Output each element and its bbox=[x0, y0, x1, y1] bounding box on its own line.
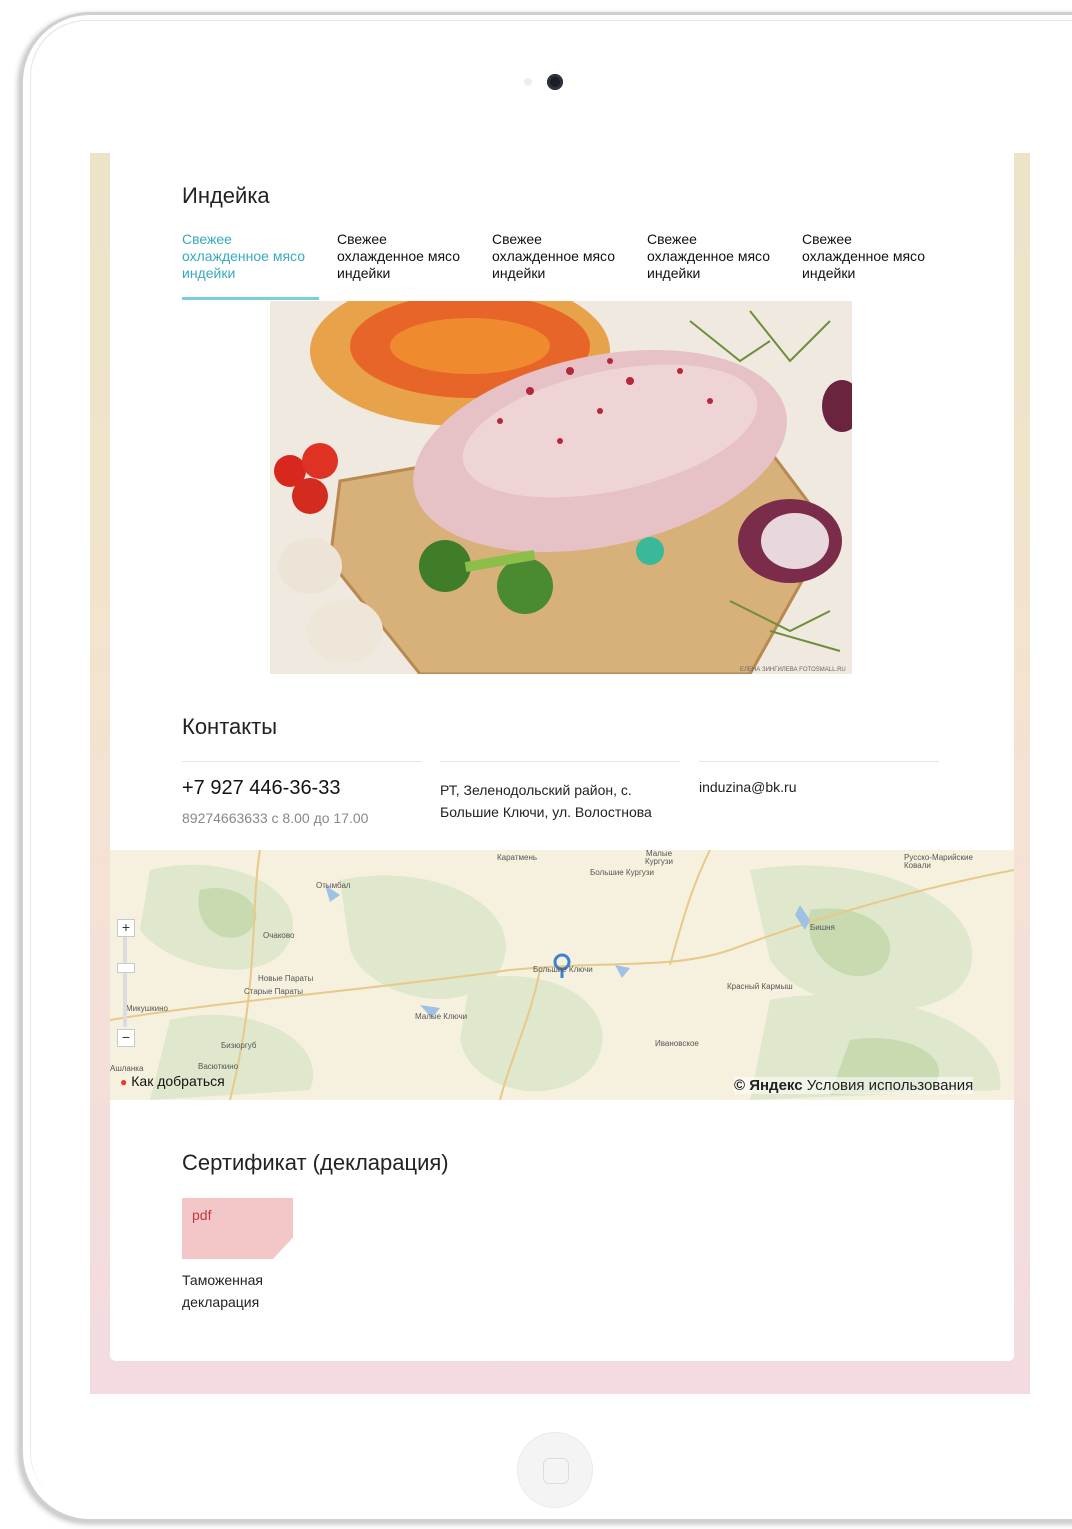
map-label: Большие Кургузи bbox=[590, 868, 654, 877]
route-link[interactable]: ● Как добраться bbox=[120, 1073, 225, 1089]
product-title: Индейка bbox=[182, 183, 270, 208]
zoom-in-button[interactable]: + bbox=[117, 919, 135, 937]
phone-note: 89274663633 с 8.00 до 17.00 bbox=[182, 810, 369, 826]
contacts-divider bbox=[182, 761, 422, 762]
yandex-map[interactable]: Каратмень Малые Кургузи Большие Кургузи … bbox=[110, 850, 1014, 1100]
map-label: Микушкино bbox=[126, 1004, 168, 1013]
map-label: Ашланка bbox=[110, 1064, 144, 1073]
route-link-label: Как добраться bbox=[131, 1073, 225, 1089]
photo-watermark: ЕЛЕНА ЗИНГИЛЕВА FOTOSMALL.RU bbox=[740, 667, 846, 673]
map-label: Русско-Марийские Ковали bbox=[904, 853, 973, 870]
zoom-slider-track[interactable] bbox=[123, 937, 127, 1027]
terms-link[interactable]: Условия использования bbox=[807, 1077, 974, 1094]
map-label: Бизюргуб bbox=[221, 1041, 257, 1050]
pdf-file-type: pdf bbox=[192, 1207, 212, 1223]
map-label: Отымбал bbox=[316, 881, 351, 890]
map-label: Ивановское bbox=[655, 1039, 699, 1048]
contacts-divider bbox=[440, 761, 680, 762]
map-label: Каратмень bbox=[497, 853, 538, 862]
map-label: Старые Параты bbox=[244, 987, 304, 996]
certificate-file-name[interactable]: Таможенная декларация bbox=[182, 1269, 297, 1313]
tab-3[interactable]: Свежее охлажденное мясо индейки bbox=[492, 231, 632, 301]
map-label: Большие Ключи bbox=[533, 965, 593, 974]
certificate-title: Сертификат (декларация) bbox=[182, 1150, 449, 1175]
tab-4[interactable]: Свежее охлажденное мясо индейки bbox=[647, 231, 787, 301]
tab-1[interactable]: Свежее охлажденное мясо индейки bbox=[182, 231, 322, 301]
address: РТ, Зеленодольский район, с. Большие Клю… bbox=[440, 782, 652, 820]
phone-number[interactable]: +7 927 446-36-33 bbox=[182, 777, 340, 800]
map-label: Очаково bbox=[263, 931, 295, 940]
product-tabs: Свежее охлажденное мясо индейки Свежее о… bbox=[182, 231, 942, 301]
content-card: Индейка Свежее охлажденное мясо индейки … bbox=[110, 153, 1014, 1361]
map-label: Бишня bbox=[810, 923, 835, 932]
location-pin-icon: ● bbox=[120, 1075, 128, 1089]
map-label: Васюткино bbox=[198, 1062, 239, 1071]
contacts-title: Контакты bbox=[182, 714, 278, 739]
product-photo: ЕЛЕНА ЗИНГИЛЕВА FOTOSMALL.RU bbox=[270, 301, 852, 674]
map-label: Новые Параты bbox=[258, 974, 314, 983]
map-label: Малые Кургузи bbox=[644, 850, 674, 866]
tab-2[interactable]: Свежее охлажденное мясо индейки bbox=[337, 231, 477, 301]
tablet-screen: Индейка Свежее охлажденное мясо индейки … bbox=[90, 153, 1030, 1394]
yandex-copyright[interactable]: © Яндекс bbox=[734, 1077, 803, 1094]
sensor-dot bbox=[524, 78, 532, 86]
zoom-slider-handle[interactable] bbox=[117, 963, 135, 973]
home-square-icon bbox=[543, 1458, 569, 1484]
tab-5[interactable]: Свежее охлажденное мясо индейки bbox=[802, 231, 942, 301]
camera-icon bbox=[547, 74, 563, 90]
map-label: Красный Кармыш bbox=[727, 982, 793, 991]
map-copyright: © Яндекс Условия использования bbox=[734, 1077, 974, 1094]
email-link[interactable]: induzina@bk.ru bbox=[699, 779, 797, 795]
map-label: Малые Ключи bbox=[415, 1012, 468, 1021]
active-tab-indicator bbox=[182, 297, 319, 300]
contacts-divider bbox=[699, 761, 939, 762]
zoom-out-button[interactable]: − bbox=[117, 1029, 135, 1047]
